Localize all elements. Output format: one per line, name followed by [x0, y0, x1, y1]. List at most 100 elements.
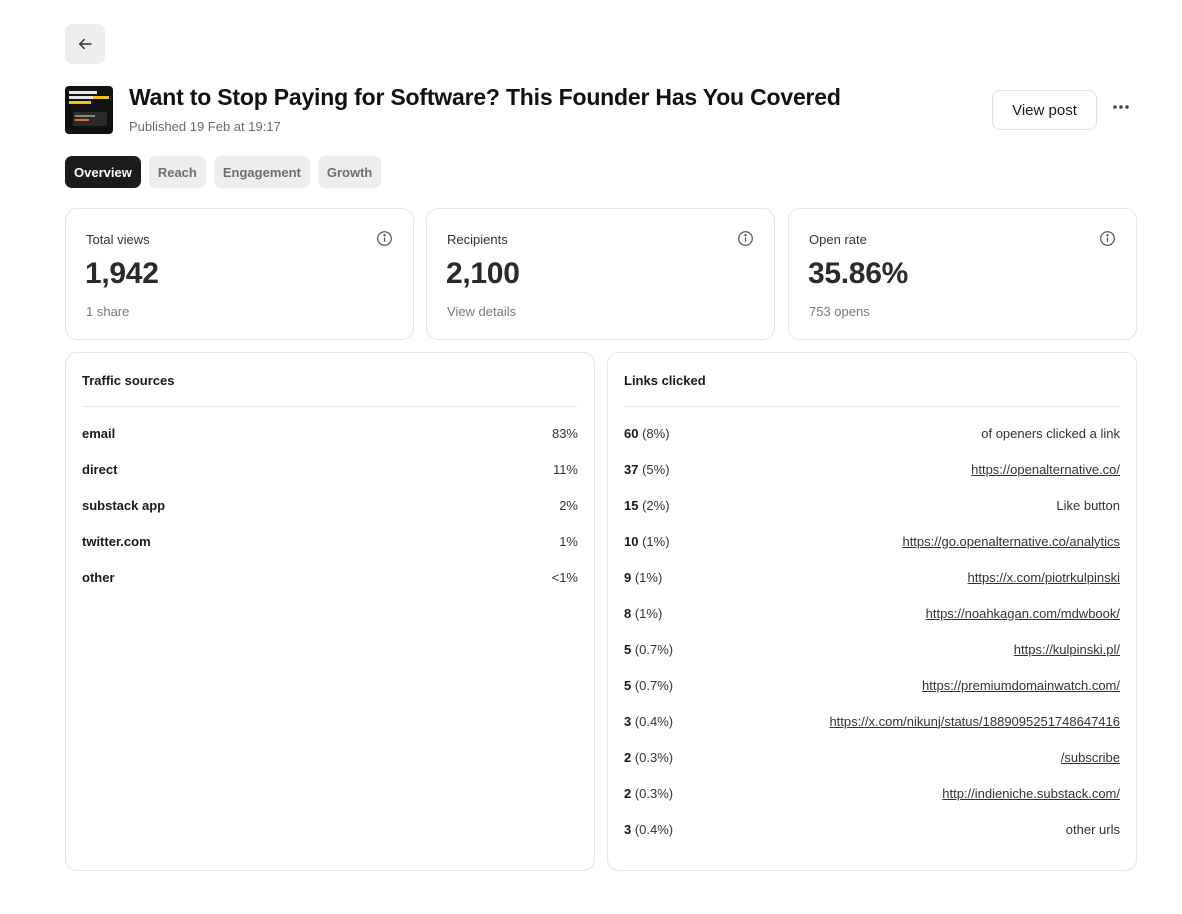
- link-click-stat: 60 (8%): [624, 426, 670, 441]
- tab-engagement[interactable]: Engagement: [213, 156, 310, 188]
- panel-title: Traffic sources: [82, 373, 175, 388]
- divider: [82, 406, 578, 407]
- link-clicked-row: 60 (8%) of openers clicked a link: [624, 415, 1120, 451]
- traffic-source-name: substack app: [82, 497, 166, 513]
- link-clicked-row: 2 (0.3%) /subscribe: [624, 739, 1120, 775]
- traffic-source-row: substack app 2%: [82, 487, 578, 523]
- link-click-stat: 15 (2%): [624, 498, 670, 513]
- stat-card-recipients: Recipients 2,100 View details: [426, 208, 775, 340]
- tab-overview[interactable]: Overview: [65, 156, 141, 188]
- link-click-count: 60: [624, 425, 639, 441]
- link-clicked-row: 37 (5%) https://openalternative.co/: [624, 451, 1120, 487]
- info-icon[interactable]: [737, 230, 754, 247]
- stat-value: 2,100: [446, 257, 520, 290]
- view-details-link[interactable]: View details: [447, 304, 516, 319]
- traffic-source-value: <1%: [551, 569, 578, 585]
- traffic-source-name: direct: [82, 461, 118, 477]
- link-click-percent: (2%): [638, 497, 670, 513]
- link-clicked-row: 15 (2%) Like button: [624, 487, 1120, 523]
- link-click-stat: 8 (1%): [624, 606, 662, 621]
- link-click-stat: 2 (0.3%): [624, 750, 673, 765]
- link-url[interactable]: https://premiumdomainwatch.com/: [922, 678, 1120, 693]
- info-icon[interactable]: [1099, 230, 1116, 247]
- view-post-button[interactable]: View post: [992, 90, 1097, 130]
- traffic-source-row: twitter.com 1%: [82, 523, 578, 559]
- link-url[interactable]: https://kulpinski.pl/: [1014, 642, 1120, 657]
- traffic-source-name: twitter.com: [82, 533, 151, 549]
- stat-sub: 753 opens: [809, 304, 870, 319]
- link-click-stat: 5 (0.7%): [624, 642, 673, 657]
- link-click-percent: (5%): [638, 461, 670, 477]
- stat-value: 35.86%: [808, 257, 908, 290]
- link-click-count: 37: [624, 461, 639, 477]
- traffic-source-row: other <1%: [82, 559, 578, 595]
- link-clicked-row: 5 (0.7%) https://premiumdomainwatch.com/: [624, 667, 1120, 703]
- link-clicked-row: 5 (0.7%) https://kulpinski.pl/: [624, 631, 1120, 667]
- link-url[interactable]: https://openalternative.co/: [971, 462, 1120, 477]
- link-click-stat: 10 (1%): [624, 534, 670, 549]
- link-clicked-row: 10 (1%) https://go.openalternative.co/ana…: [624, 523, 1120, 559]
- link-clicked-row: 8 (1%) https://noahkagan.com/mdwbook/: [624, 595, 1120, 631]
- link-click-stat: 5 (0.7%): [624, 678, 673, 693]
- link-url[interactable]: https://go.openalternative.co/analytics: [902, 534, 1120, 549]
- link-clicked-row: 2 (0.3%) http://indieniche.substack.com/: [624, 775, 1120, 811]
- panel-title: Links clicked: [624, 373, 706, 388]
- traffic-source-name: email: [82, 425, 116, 441]
- links-clicked-panel: Links clicked 60 (8%) of openers clicked …: [607, 352, 1137, 871]
- divider: [624, 406, 1120, 407]
- traffic-source-value: 83%: [551, 425, 578, 441]
- published-date: Published 19 Feb at 19:17: [129, 119, 281, 134]
- info-icon[interactable]: [376, 230, 393, 247]
- link-url[interactable]: https://x.com/piotrkulpinski: [968, 570, 1120, 585]
- post-thumbnail: [65, 86, 113, 134]
- back-button[interactable]: [65, 24, 105, 64]
- traffic-source-row: direct 11%: [82, 451, 578, 487]
- link-click-percent: (0.3%): [631, 749, 674, 765]
- traffic-sources-list: email 83% direct 11% substack app 2% twitter.c…: [82, 415, 578, 595]
- link-clicked-row: 3 (0.4%) https://x.com/nikunj/status/1889…: [624, 703, 1120, 739]
- tab-reach[interactable]: Reach: [148, 156, 206, 188]
- link-click-count: 15: [624, 497, 639, 513]
- more-horizontal-icon: [1113, 105, 1129, 109]
- traffic-source-name: other: [82, 569, 115, 585]
- link-url[interactable]: https://noahkagan.com/mdwbook/: [926, 606, 1120, 621]
- link-url[interactable]: /subscribe: [1061, 750, 1120, 765]
- link-label: Like button: [1056, 497, 1120, 513]
- tab-bar: Overview Reach Engagement Growth: [65, 156, 382, 188]
- arrow-left-icon: [79, 38, 92, 50]
- tab-growth[interactable]: Growth: [317, 156, 382, 188]
- link-click-stat: 3 (0.4%): [624, 714, 673, 729]
- link-label: of openers clicked a link: [981, 425, 1120, 441]
- link-click-stat: 9 (1%): [624, 570, 662, 585]
- link-click-percent: (8%): [638, 425, 670, 441]
- link-click-percent: (0.4%): [631, 713, 674, 729]
- link-click-percent: (0.4%): [631, 821, 674, 837]
- link-click-percent: (1%): [638, 533, 670, 549]
- link-url[interactable]: http://indieniche.substack.com/: [942, 786, 1120, 801]
- link-click-stat: 3 (0.4%): [624, 822, 673, 837]
- stat-value: 1,942: [85, 257, 159, 290]
- link-url[interactable]: https://x.com/nikunj/status/188909525174…: [829, 714, 1120, 729]
- stat-card-open-rate: Open rate 35.86% 753 opens: [788, 208, 1137, 340]
- more-options-button[interactable]: [1106, 92, 1136, 122]
- traffic-source-value: 1%: [559, 533, 578, 549]
- link-click-stat: 2 (0.3%): [624, 786, 673, 801]
- stat-label: Total views: [86, 232, 150, 247]
- link-click-stat: 37 (5%): [624, 462, 670, 477]
- link-click-percent: (0.3%): [631, 785, 674, 801]
- stat-sub: 1 share: [86, 304, 130, 319]
- post-title: Want to Stop Paying for Software? This F…: [129, 84, 841, 110]
- links-clicked-list: 60 (8%) of openers clicked a link 37 (5%) h…: [624, 415, 1120, 847]
- stat-label: Open rate: [809, 232, 867, 247]
- link-click-count: 10: [624, 533, 639, 549]
- stat-card-total-views: Total views 1,942 1 share: [65, 208, 414, 340]
- traffic-source-value: 11%: [552, 461, 578, 477]
- link-clicked-row: 9 (1%) https://x.com/piotrkulpinski: [624, 559, 1120, 595]
- link-label: other urls: [1065, 821, 1120, 837]
- stat-label: Recipients: [447, 232, 508, 247]
- link-click-percent: (1%): [631, 605, 663, 621]
- traffic-sources-panel: Traffic sources email 83% direct 11% substac…: [65, 352, 595, 871]
- link-clicked-row: 3 (0.4%) other urls: [624, 811, 1120, 847]
- link-click-percent: (1%): [631, 569, 663, 585]
- traffic-source-value: 2%: [559, 497, 578, 513]
